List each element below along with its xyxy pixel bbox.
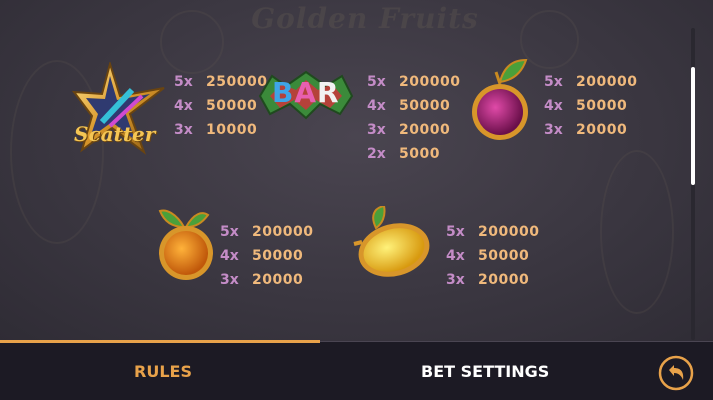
active-tab-indicator xyxy=(0,340,320,343)
payout: 200000 xyxy=(576,74,638,90)
bottom-tab-bar xyxy=(0,342,713,400)
paytable-row: 5x 250000 xyxy=(174,74,267,90)
multiplier: 5x xyxy=(367,74,386,90)
back-arrow-icon xyxy=(658,355,694,391)
multiplier: 3x xyxy=(544,122,563,138)
payout: 50000 xyxy=(478,248,530,264)
paytable-row: 5x 200000 xyxy=(367,74,460,90)
multiplier: 4x xyxy=(544,98,563,114)
paytable-row: 3x 20000 xyxy=(446,272,529,288)
vine-decoration xyxy=(600,150,674,314)
multiplier: 3x xyxy=(446,272,465,288)
orange-symbol xyxy=(154,205,218,285)
multiplier: 3x xyxy=(174,122,193,138)
paytable-row: 4x 50000 xyxy=(367,98,450,114)
tab-rules[interactable]: RULES xyxy=(134,362,192,381)
multiplier: 4x xyxy=(220,248,239,264)
payout: 20000 xyxy=(478,272,530,288)
game-background: Golden Fruits xyxy=(0,0,713,342)
payout: 50000 xyxy=(399,98,451,114)
lemon-icon xyxy=(353,204,430,277)
multiplier: 5x xyxy=(220,224,239,240)
scatter-label: Scatter xyxy=(74,122,156,146)
tab-divider-line xyxy=(320,341,713,342)
back-button[interactable] xyxy=(658,355,694,391)
payout: 20000 xyxy=(576,122,628,138)
paytable-row: 4x 50000 xyxy=(174,98,257,114)
payout: 50000 xyxy=(576,98,628,114)
orange-icon xyxy=(158,209,213,280)
scrollbar[interactable] xyxy=(691,28,695,340)
multiplier: 5x xyxy=(446,224,465,240)
paytable-row: 3x 20000 xyxy=(544,122,627,138)
payout: 50000 xyxy=(252,248,304,264)
paytable-row: 5x 200000 xyxy=(220,224,313,240)
paytable-row: 3x 20000 xyxy=(220,272,303,288)
paytable-row: 3x 20000 xyxy=(367,122,450,138)
multiplier: 5x xyxy=(544,74,563,90)
bar-label: BAR xyxy=(272,76,340,109)
payout: 10000 xyxy=(206,122,258,138)
plum-symbol xyxy=(470,56,534,146)
paytable-row: 5x 200000 xyxy=(544,74,637,90)
scrollbar-thumb[interactable] xyxy=(691,67,695,185)
bar-symbol: BAR xyxy=(256,70,356,120)
paytable-row: 4x 50000 xyxy=(544,98,627,114)
payout: 200000 xyxy=(399,74,461,90)
multiplier: 4x xyxy=(446,248,465,264)
payout: 20000 xyxy=(399,122,451,138)
payout: 5000 xyxy=(399,146,440,162)
multiplier: 2x xyxy=(367,146,386,162)
lemon-symbol xyxy=(350,204,436,282)
multiplier: 4x xyxy=(174,98,193,114)
paytable-row: 3x 10000 xyxy=(174,122,257,138)
payout: 50000 xyxy=(206,98,258,114)
payout: 200000 xyxy=(252,224,314,240)
scatter-symbol: Scatter xyxy=(71,60,172,158)
multiplier: 3x xyxy=(367,122,386,138)
multiplier: 5x xyxy=(174,74,193,90)
plum-icon xyxy=(472,58,528,140)
watermark-title: Golden Fruits xyxy=(251,2,479,35)
paytable-row: 4x 50000 xyxy=(446,248,529,264)
paytable-row: 4x 50000 xyxy=(220,248,303,264)
multiplier: 3x xyxy=(220,272,239,288)
multiplier: 4x xyxy=(367,98,386,114)
paytable-row: 5x 200000 xyxy=(446,224,539,240)
tab-bet-settings[interactable]: BET SETTINGS xyxy=(421,362,549,381)
paytable-row: 2x 5000 xyxy=(367,146,440,162)
payout: 200000 xyxy=(478,224,540,240)
payout: 20000 xyxy=(252,272,304,288)
